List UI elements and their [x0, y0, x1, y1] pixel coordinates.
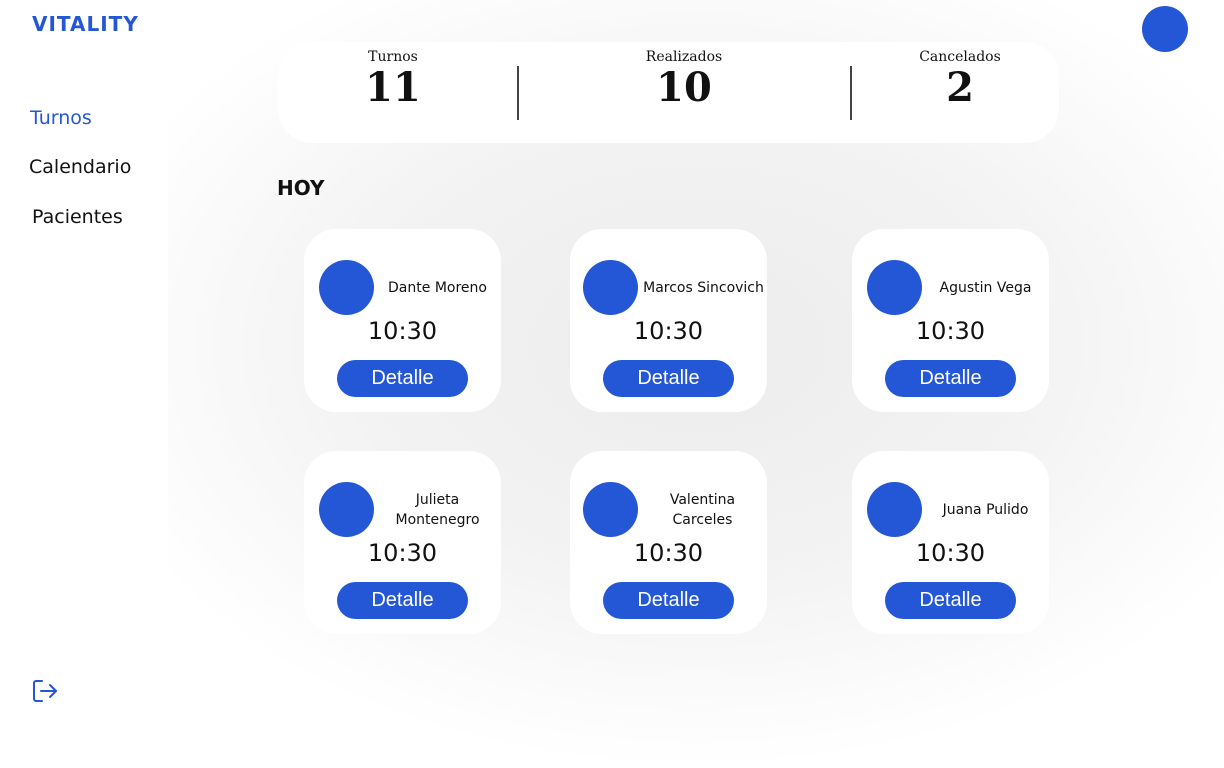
appointment-card: Marcos Sincovich 10:30 Detalle	[570, 229, 767, 412]
patient-name: Dante Moreno	[388, 279, 487, 296]
stat-cancelados: Cancelados 2	[900, 42, 1020, 110]
appointment-time: 10:30	[633, 317, 704, 345]
stat-divider	[517, 66, 519, 120]
stats-panel: Turnos 11 Realizados 10 Cancelados 2	[278, 42, 1059, 143]
detalle-button[interactable]: Detalle	[603, 582, 734, 619]
stat-realizados: Realizados 10	[624, 42, 744, 110]
patient-avatar	[583, 260, 638, 315]
detalle-button[interactable]: Detalle	[885, 582, 1016, 619]
appointment-time: 10:30	[915, 539, 986, 567]
patient-avatar	[583, 482, 638, 537]
sidebar-item-turnos[interactable]: Turnos	[30, 107, 92, 129]
stat-label: Realizados	[645, 49, 723, 65]
detalle-button[interactable]: Detalle	[603, 360, 734, 397]
user-avatar[interactable]	[1142, 6, 1188, 52]
appointment-time: 10:30	[367, 317, 438, 345]
patient-avatar	[867, 482, 922, 537]
detalle-button[interactable]: Detalle	[885, 360, 1016, 397]
patient-name: Marcos Sincovich	[643, 279, 764, 296]
appointment-card: Valentina Carceles 10:30 Detalle	[570, 451, 767, 634]
detalle-button[interactable]: Detalle	[337, 582, 468, 619]
sidebar-item-pacientes[interactable]: Pacientes	[32, 206, 123, 228]
appointment-time: 10:30	[633, 539, 704, 567]
stat-label: Turnos	[368, 49, 418, 65]
appointment-card: Agustin Vega 10:30 Detalle	[852, 229, 1049, 412]
appointment-time: 10:30	[915, 317, 986, 345]
patient-avatar	[319, 482, 374, 537]
logout-icon[interactable]	[30, 677, 58, 705]
section-title: HOY	[277, 176, 325, 200]
stat-divider	[850, 66, 852, 120]
app-logo: VITALITY	[32, 12, 139, 36]
appointment-card: Juana Pulido 10:30 Detalle	[852, 451, 1049, 634]
patient-name: Juana Pulido	[942, 501, 1029, 518]
patient-avatar	[319, 260, 374, 315]
stat-label: Cancelados	[919, 49, 1001, 65]
patient-avatar	[867, 260, 922, 315]
sidebar: VITALITY Turnos Calendario Pacientes	[0, 0, 168, 768]
stat-turnos: Turnos 11	[345, 42, 441, 110]
appointment-card: Julieta Montenegro 10:30 Detalle	[304, 451, 501, 634]
detalle-button[interactable]: Detalle	[337, 360, 468, 397]
stat-value: 11	[365, 64, 421, 111]
patient-name: Agustin Vega	[939, 279, 1032, 296]
appointment-time: 10:30	[367, 539, 438, 567]
appointment-card: Dante Moreno 10:30 Detalle	[304, 229, 501, 412]
sidebar-item-calendario[interactable]: Calendario	[29, 156, 131, 178]
stat-value: 2	[946, 64, 974, 111]
stat-value: 10	[656, 64, 712, 111]
patient-name: Valentina Carceles	[669, 491, 736, 528]
patient-name: Julieta Montenegro	[395, 491, 480, 528]
